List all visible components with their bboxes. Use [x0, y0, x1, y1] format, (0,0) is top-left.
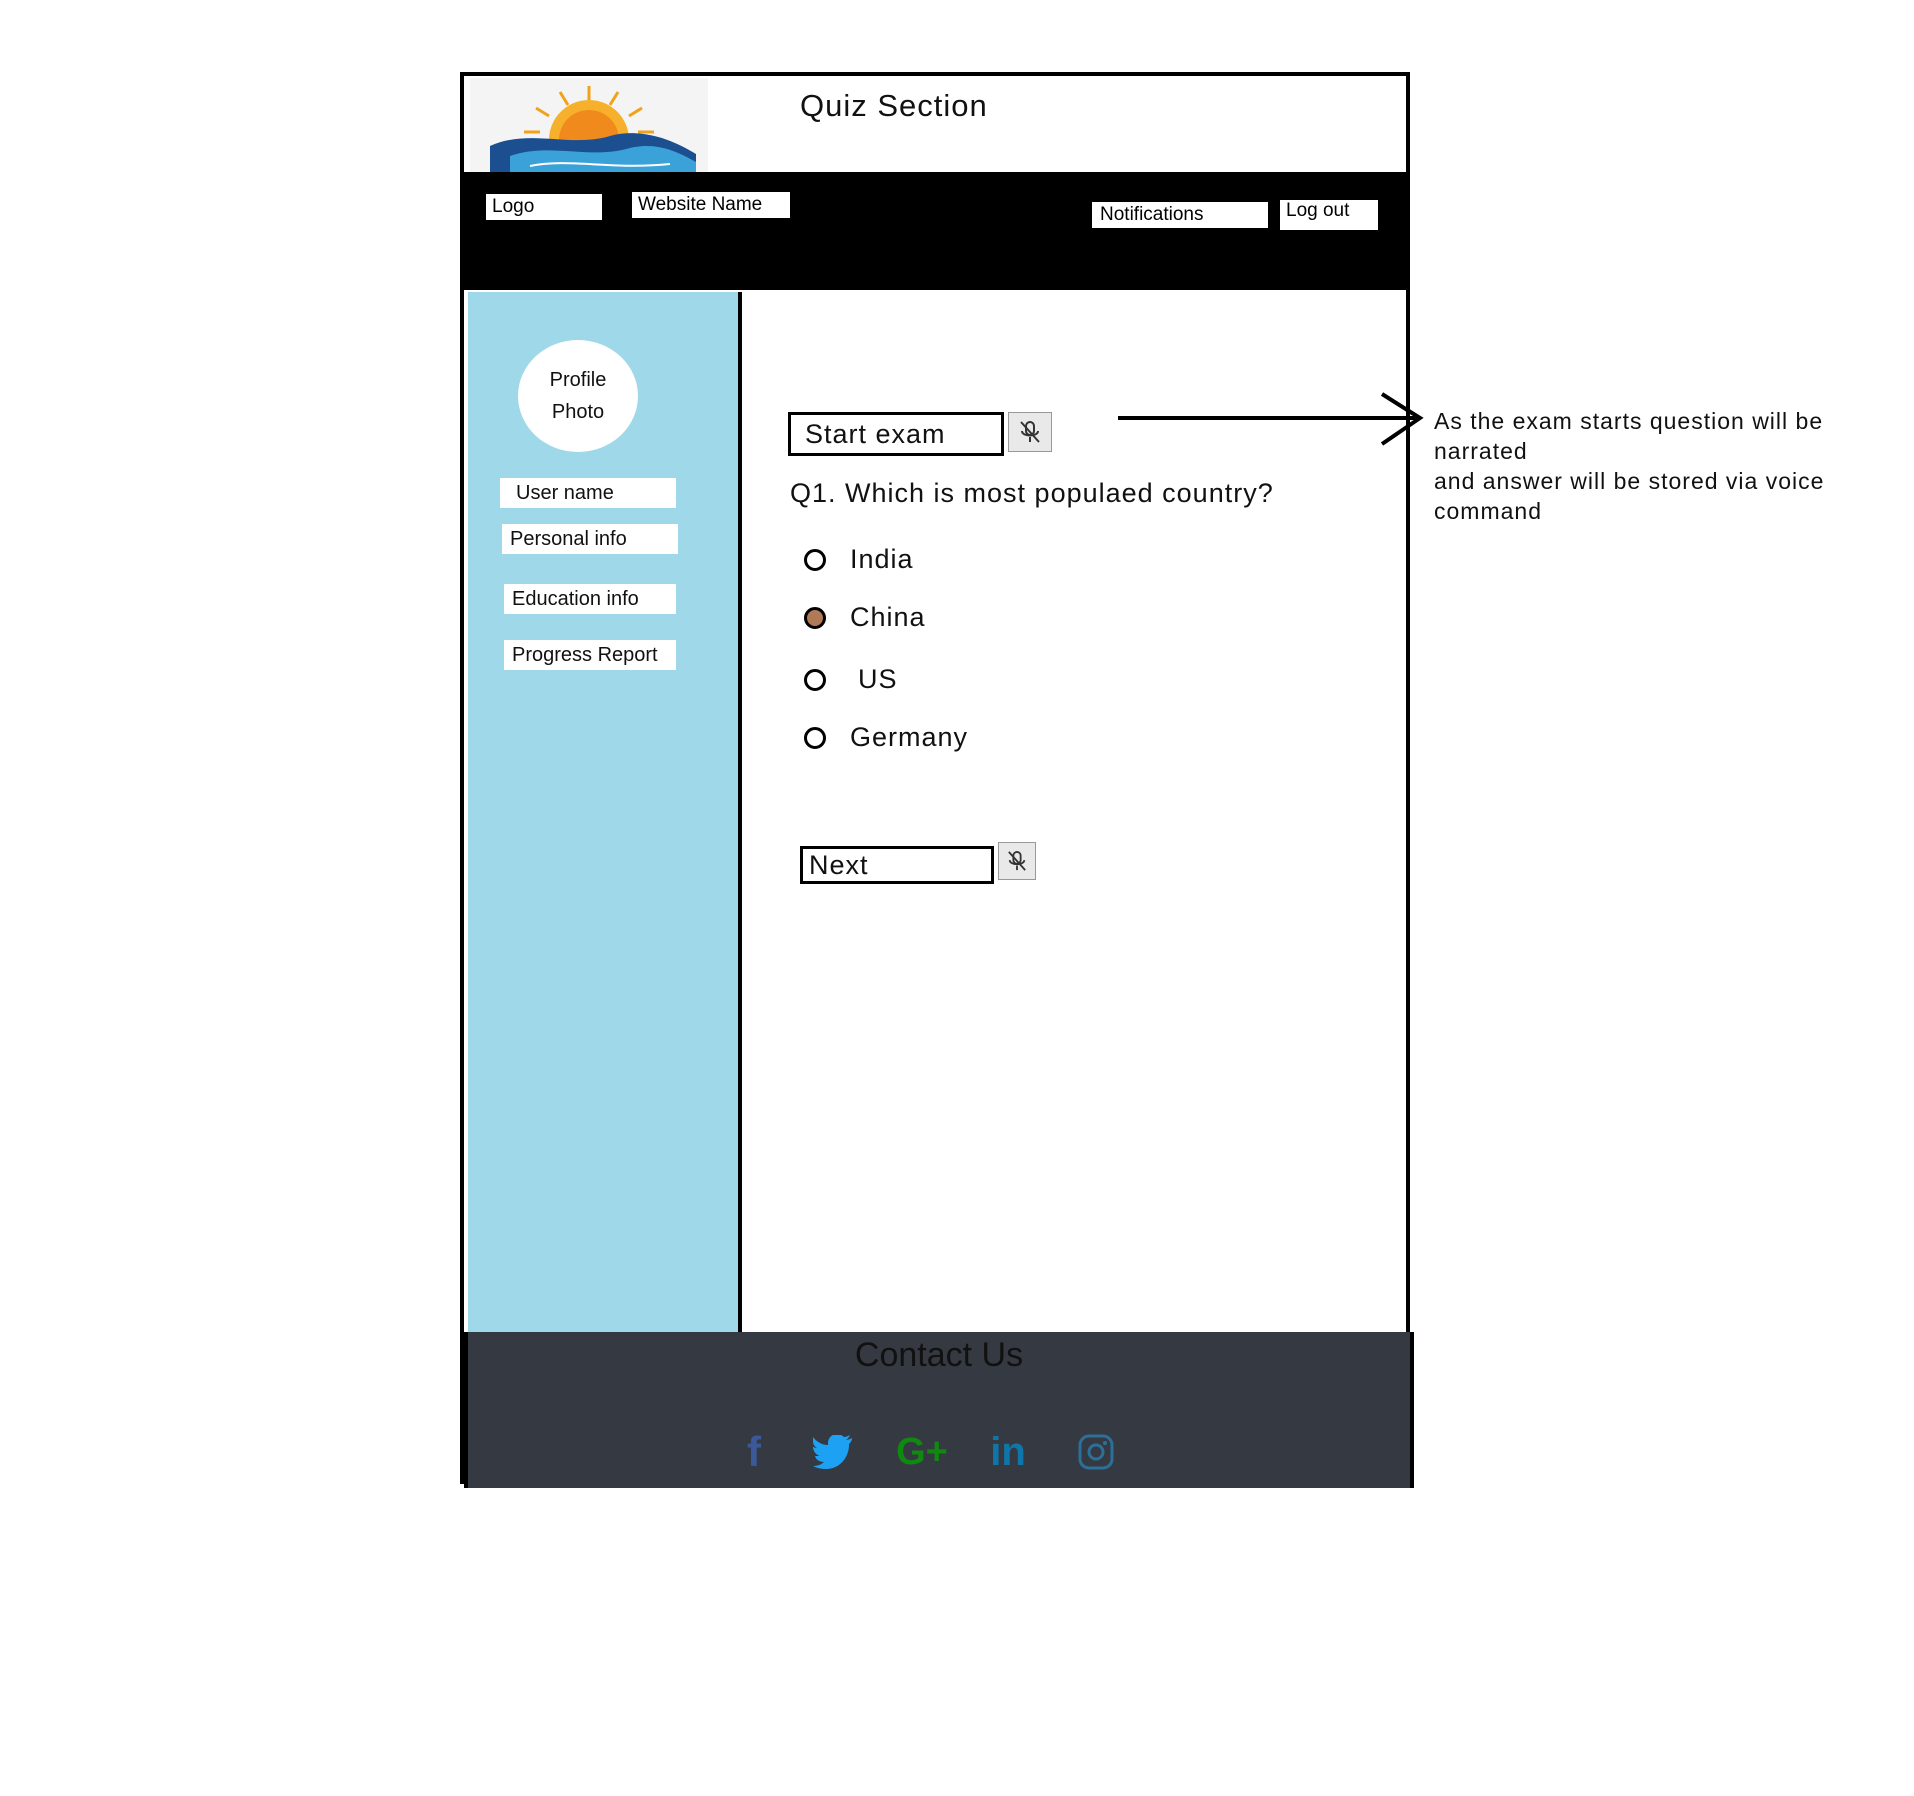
sidebar-item-personal-info[interactable]: Personal info [502, 524, 678, 554]
profile-photo-label-line2: Photo [551, 401, 605, 423]
start-exam-button[interactable]: Start exam [788, 412, 1004, 456]
sidebar-item-education-info[interactable]: Education info [504, 584, 676, 614]
app-frame: Quiz Section Logo Website Name Notificat… [460, 72, 1414, 1488]
annotation-line: As the exam starts question will be [1434, 408, 1824, 434]
linkedin-icon[interactable]: in [984, 1428, 1032, 1476]
notifications-button[interactable]: Notifications [1092, 202, 1268, 228]
logo-link[interactable]: Logo [486, 194, 602, 220]
footer: Contact Us f G+ in [464, 1332, 1414, 1488]
sun-wave-logo-icon [470, 78, 708, 174]
annotation-arrow-icon [1118, 392, 1424, 446]
option-label: China [850, 602, 926, 632]
contact-us-heading: Contact Us [854, 1336, 1024, 1374]
start-exam-mic-button[interactable] [1008, 412, 1052, 452]
radio-india[interactable] [804, 548, 826, 571]
annotation-line: narrated [1434, 438, 1528, 464]
radio-germany[interactable] [804, 726, 826, 749]
option-us[interactable]: US [804, 664, 898, 695]
option-india[interactable]: India [804, 544, 914, 575]
option-germany[interactable]: Germany [804, 722, 968, 753]
annotation-line: and answer will be stored via voice [1434, 468, 1825, 494]
annotation-note: As the exam starts question will be narr… [1434, 406, 1894, 526]
facebook-icon[interactable]: f [730, 1428, 778, 1476]
twitter-icon[interactable] [808, 1428, 856, 1476]
instagram-icon[interactable] [1072, 1428, 1120, 1476]
annotation-line: command [1434, 498, 1542, 524]
page-title: Quiz Section [800, 88, 988, 123]
website-name-link[interactable]: Website Name [632, 192, 790, 218]
top-navigation-bar: Logo Website Name Notifications Log out [464, 172, 1406, 290]
profile-photo[interactable]: Profile Photo [518, 340, 638, 452]
next-button[interactable]: Next [800, 846, 994, 884]
google-plus-icon[interactable]: G+ [892, 1428, 952, 1476]
radio-china[interactable] [804, 606, 826, 629]
logout-button[interactable]: Log out [1280, 200, 1378, 230]
option-china[interactable]: China [804, 602, 926, 633]
sidebar-item-progress-report[interactable]: Progress Report [504, 640, 676, 670]
radio-us[interactable] [804, 668, 826, 691]
mic-off-icon [1020, 421, 1040, 443]
sidebar-item-user-name[interactable]: User name [500, 478, 676, 508]
sidebar: Profile Photo User name Personal info Ed… [468, 292, 742, 1332]
question-text: Q1. Which is most populaed country? [790, 478, 1274, 508]
option-label: India [850, 544, 914, 574]
mic-off-icon [1008, 851, 1026, 871]
option-label: Germany [850, 722, 969, 752]
logo-image [470, 78, 708, 174]
profile-photo-label-line1: Profile [549, 369, 607, 391]
option-label: US [858, 664, 898, 694]
next-mic-button[interactable] [998, 842, 1036, 880]
quiz-main-panel: Start exam Q1. Which is most populaed co… [742, 292, 1406, 1332]
